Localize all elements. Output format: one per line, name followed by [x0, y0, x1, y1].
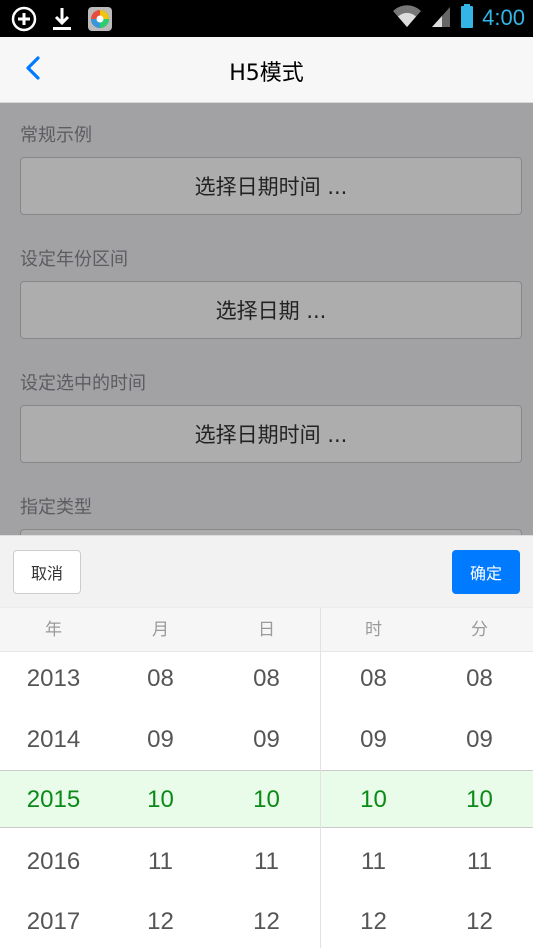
- picker-option-year[interactable]: 2016: [0, 832, 107, 892]
- picker-option-hour[interactable]: 09: [320, 710, 427, 770]
- picker-option-minute[interactable]: 08: [426, 649, 533, 709]
- picker-option-day[interactable]: 11: [213, 832, 320, 892]
- column-label-day: 日: [258, 620, 275, 640]
- modal-backdrop[interactable]: [0, 103, 533, 535]
- add-circle-icon: [10, 5, 38, 33]
- column-label-minute: 分: [471, 620, 488, 640]
- picker-option-day[interactable]: 08: [213, 649, 320, 709]
- status-time: 4:00: [482, 5, 525, 30]
- picker-option-month[interactable]: 11: [107, 832, 214, 892]
- picker-option-day[interactable]: 10: [213, 770, 320, 830]
- picker-header: 取消 确定: [0, 535, 533, 607]
- picker-column-headers: 年 月 日 时 分: [0, 607, 533, 653]
- picker-wheels[interactable]: 2013 2014 2015 2016 2017 08 09 10 11 12 08 09 10 11 12…: [0, 652, 533, 948]
- picker-option-year[interactable]: 2015: [0, 770, 107, 830]
- picker-option-year[interactable]: 2014: [0, 710, 107, 770]
- picker-option-hour[interactable]: 08: [320, 649, 427, 709]
- app-icon: [86, 5, 114, 33]
- picker-option-day[interactable]: 12: [213, 892, 320, 948]
- picker-option-minute[interactable]: 10: [426, 770, 533, 830]
- nav-bar: H5模式: [0, 37, 533, 103]
- picker-option-year[interactable]: 2013: [0, 649, 107, 709]
- signal-icon: [430, 3, 452, 33]
- picker-option-hour[interactable]: 12: [320, 892, 427, 948]
- picker-option-month[interactable]: 08: [107, 649, 214, 709]
- picker-option-minute[interactable]: 11: [426, 832, 533, 892]
- column-divider: [320, 608, 321, 653]
- datetime-picker: 取消 确定 年 月 日 时 分 2013 2014 2015 2016 2017 08 09…: [0, 535, 533, 948]
- column-label-year: 年: [45, 620, 62, 640]
- picker-option-minute[interactable]: 12: [426, 892, 533, 948]
- confirm-button[interactable]: 确定: [452, 550, 520, 594]
- picker-option-year[interactable]: 2017: [0, 892, 107, 948]
- wifi-icon: [392, 3, 422, 33]
- battery-icon: [460, 3, 474, 33]
- picker-option-day[interactable]: 09: [213, 710, 320, 770]
- picker-option-month[interactable]: 09: [107, 710, 214, 770]
- picker-option-minute[interactable]: 09: [426, 710, 533, 770]
- picker-option-month[interactable]: 12: [107, 892, 214, 948]
- status-bar: 4:00: [0, 0, 533, 37]
- column-label-hour: 时: [365, 620, 382, 640]
- column-label-month: 月: [152, 620, 169, 640]
- picker-option-month[interactable]: 10: [107, 770, 214, 830]
- page-title: H5模式: [229, 61, 304, 86]
- picker-option-hour[interactable]: 11: [320, 832, 427, 892]
- picker-option-hour[interactable]: 10: [320, 770, 427, 830]
- cancel-button[interactable]: 取消: [13, 550, 81, 594]
- download-icon: [48, 5, 76, 33]
